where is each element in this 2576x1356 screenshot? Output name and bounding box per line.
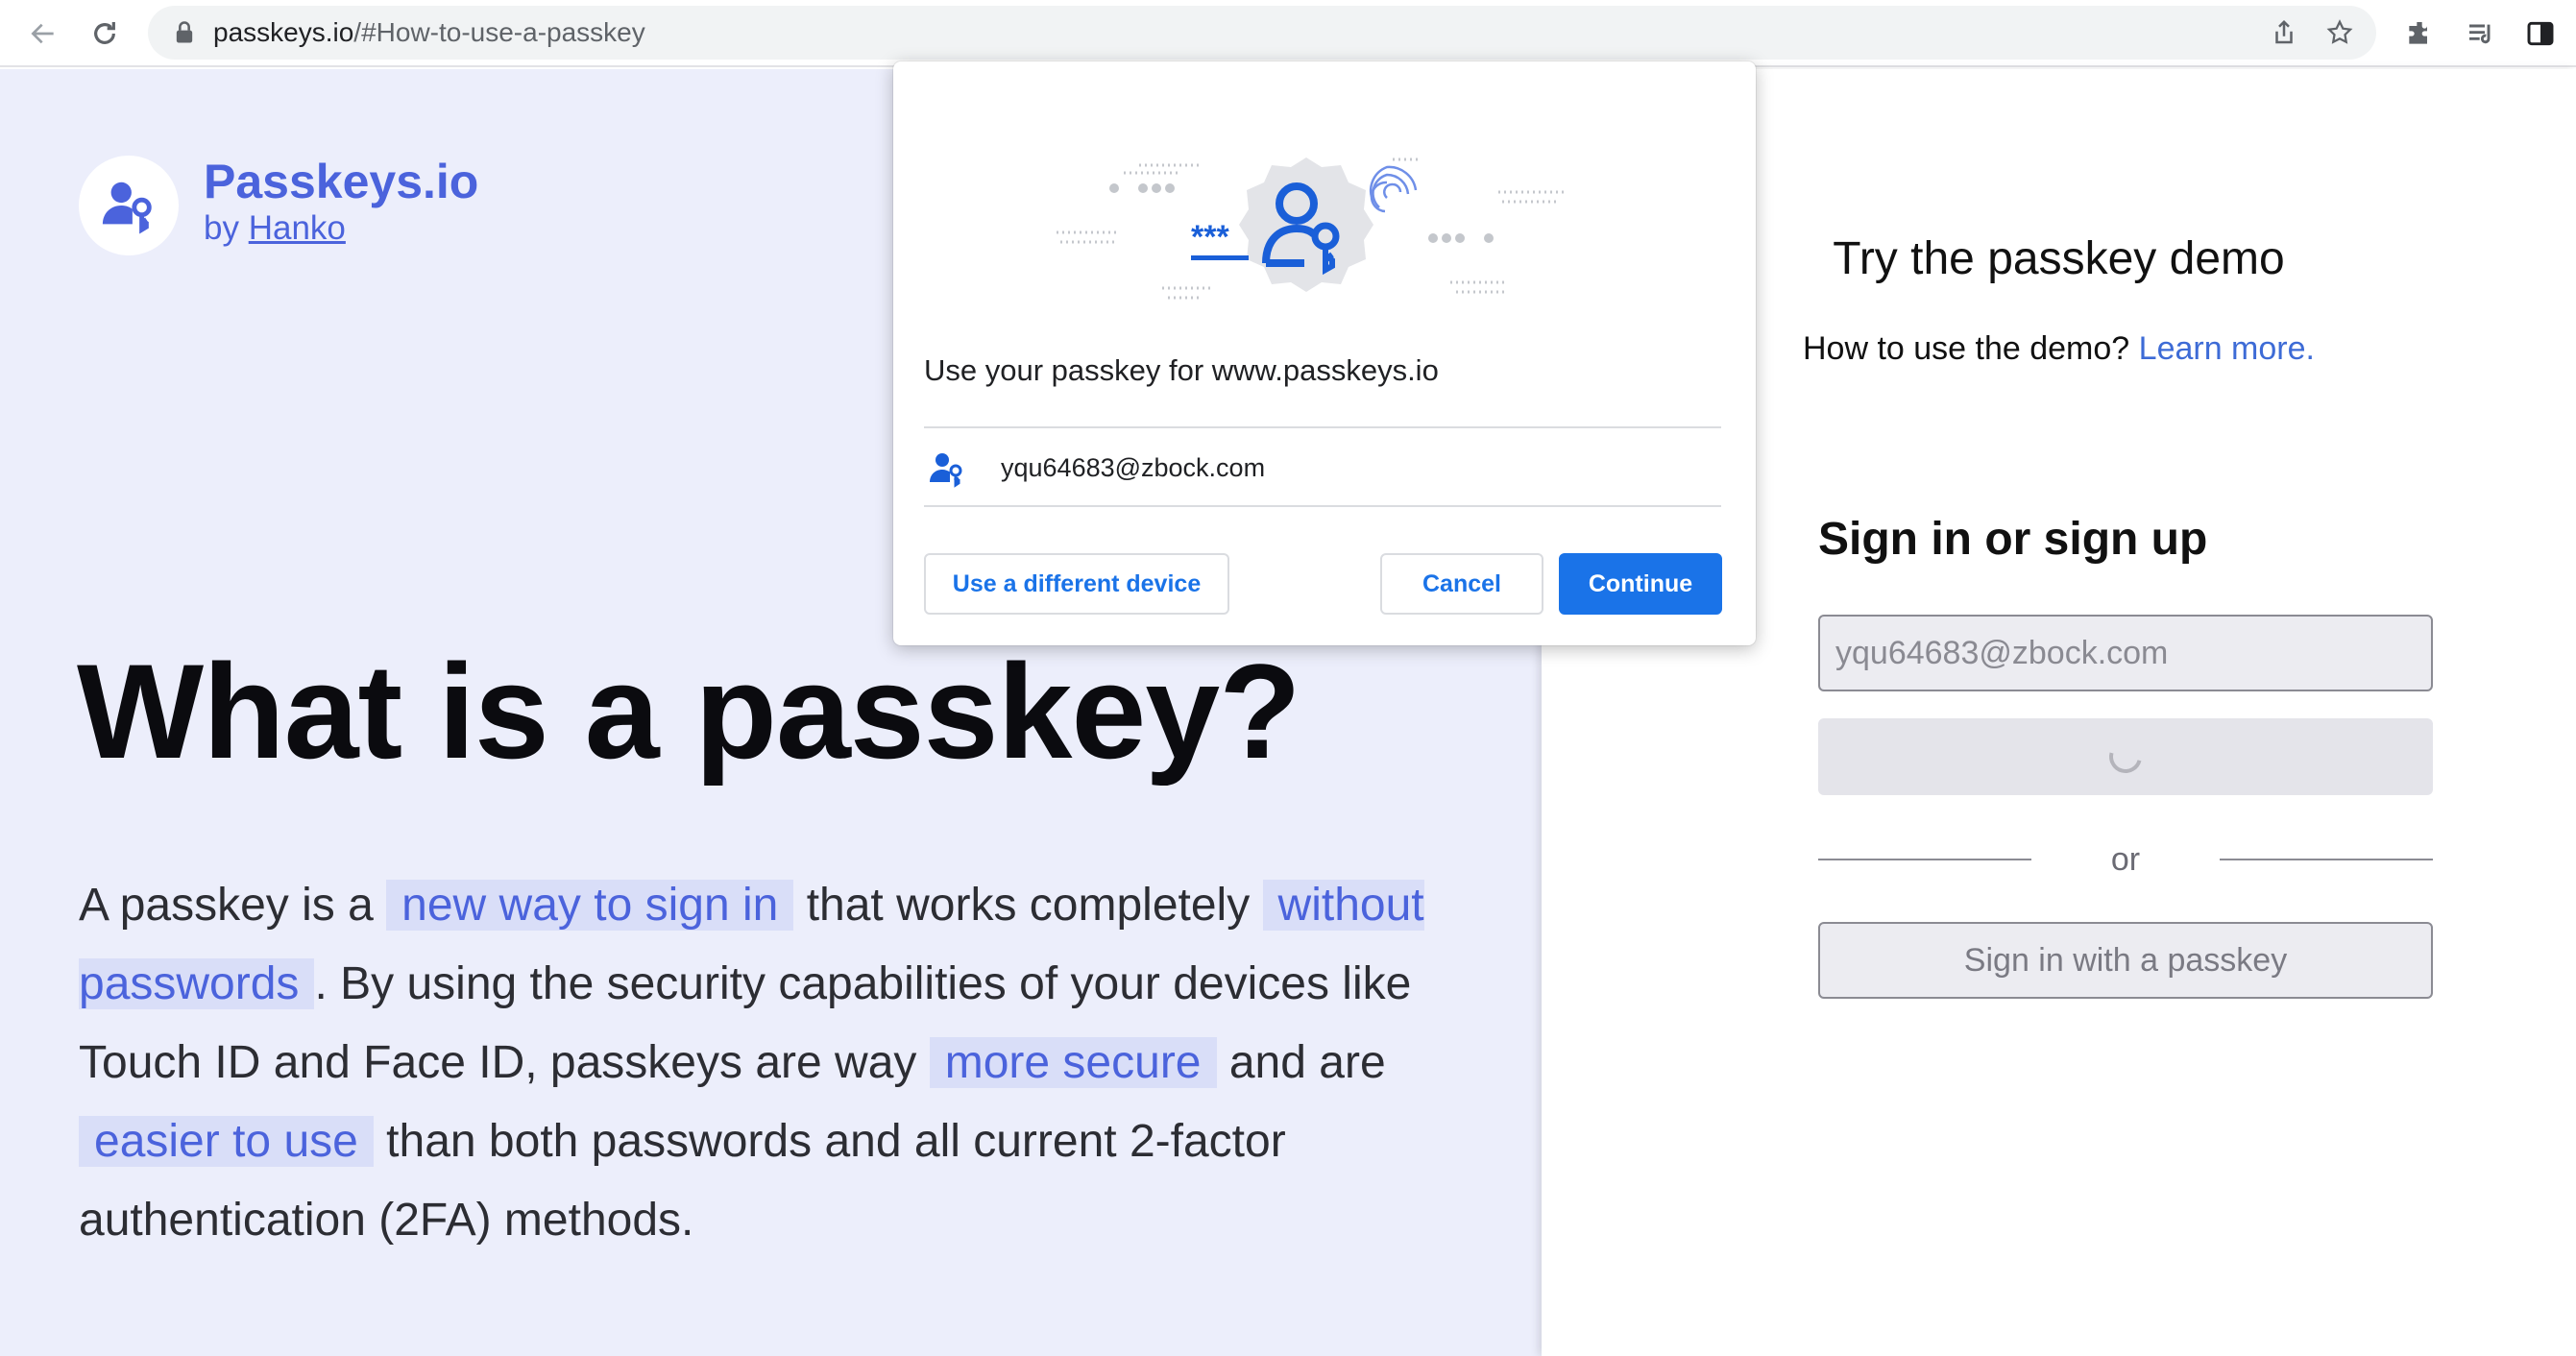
signin-passkey-button[interactable]: Sign in with a passkey: [1818, 922, 2433, 999]
url-path: /#How-to-use-a-passkey: [353, 17, 645, 47]
side-panel-icon[interactable]: [2518, 12, 2563, 56]
brand-byline: by Hanko: [204, 209, 346, 248]
passkey-dialog: *** Use your passkey for www.passkeys.io…: [893, 61, 1756, 645]
passkey-illustration: ***: [1057, 157, 1566, 300]
url-host: passkeys.io: [213, 17, 354, 47]
continue-button[interactable]: Continue: [1559, 553, 1722, 615]
para-text: and are: [1216, 1037, 1386, 1088]
passkeys-logo[interactable]: [79, 156, 179, 255]
loading-spinner-icon: [2102, 734, 2149, 780]
continue-loading-button[interactable]: [1818, 718, 2433, 795]
para-text: that works completely: [793, 880, 1263, 931]
cancel-button[interactable]: Cancel: [1380, 553, 1543, 615]
use-different-device-button[interactable]: Use a different device: [924, 553, 1229, 615]
address-bar[interactable]: passkeys.io/#How-to-use-a-passkey: [148, 6, 2376, 60]
page-title: What is a passkey?: [77, 636, 1301, 787]
divider-right: [2220, 859, 2433, 860]
account-email[interactable]: yqu64683@zbock.com: [1001, 453, 1265, 483]
url-text[interactable]: passkeys.io/#How-to-use-a-passkey: [213, 19, 645, 46]
reading-list-icon[interactable]: [2459, 12, 2503, 56]
email-field[interactable]: [1818, 615, 2433, 691]
dialog-divider: [924, 505, 1721, 507]
intro-paragraph: A passkey is a new way to sign in that w…: [79, 866, 1500, 1260]
reload-icon[interactable]: [83, 12, 127, 56]
bookmark-star-icon[interactable]: [2322, 15, 2357, 50]
back-arrow-icon[interactable]: [21, 12, 65, 56]
byline-prefix: by: [204, 209, 239, 247]
hanko-link[interactable]: Hanko: [249, 209, 346, 247]
signin-heading: Sign in or sign up: [1818, 514, 2208, 565]
highlight-link[interactable]: easier to use: [79, 1116, 374, 1167]
brand-name[interactable]: Passkeys.io: [204, 154, 478, 209]
share-icon[interactable]: [2267, 15, 2301, 50]
dialog-title: Use your passkey for www.passkeys.io: [924, 353, 1439, 387]
highlight-link[interactable]: new way to sign in: [386, 880, 794, 931]
svg-text:***: ***: [1191, 219, 1229, 255]
demo-subtitle-text: How to use the demo?: [1803, 330, 2130, 367]
dialog-divider: [924, 426, 1721, 428]
highlight-link[interactable]: more secure: [929, 1037, 1217, 1088]
browser-toolbar: passkeys.io/#How-to-use-a-passkey: [0, 0, 2576, 67]
para-text: A passkey is a: [79, 880, 387, 931]
lock-icon[interactable]: [171, 19, 198, 46]
extensions-icon[interactable]: [2397, 12, 2442, 56]
learn-more-link[interactable]: Learn more.: [2139, 330, 2315, 367]
user-key-icon: [102, 182, 152, 234]
passkey-account-icon: [930, 453, 962, 488]
